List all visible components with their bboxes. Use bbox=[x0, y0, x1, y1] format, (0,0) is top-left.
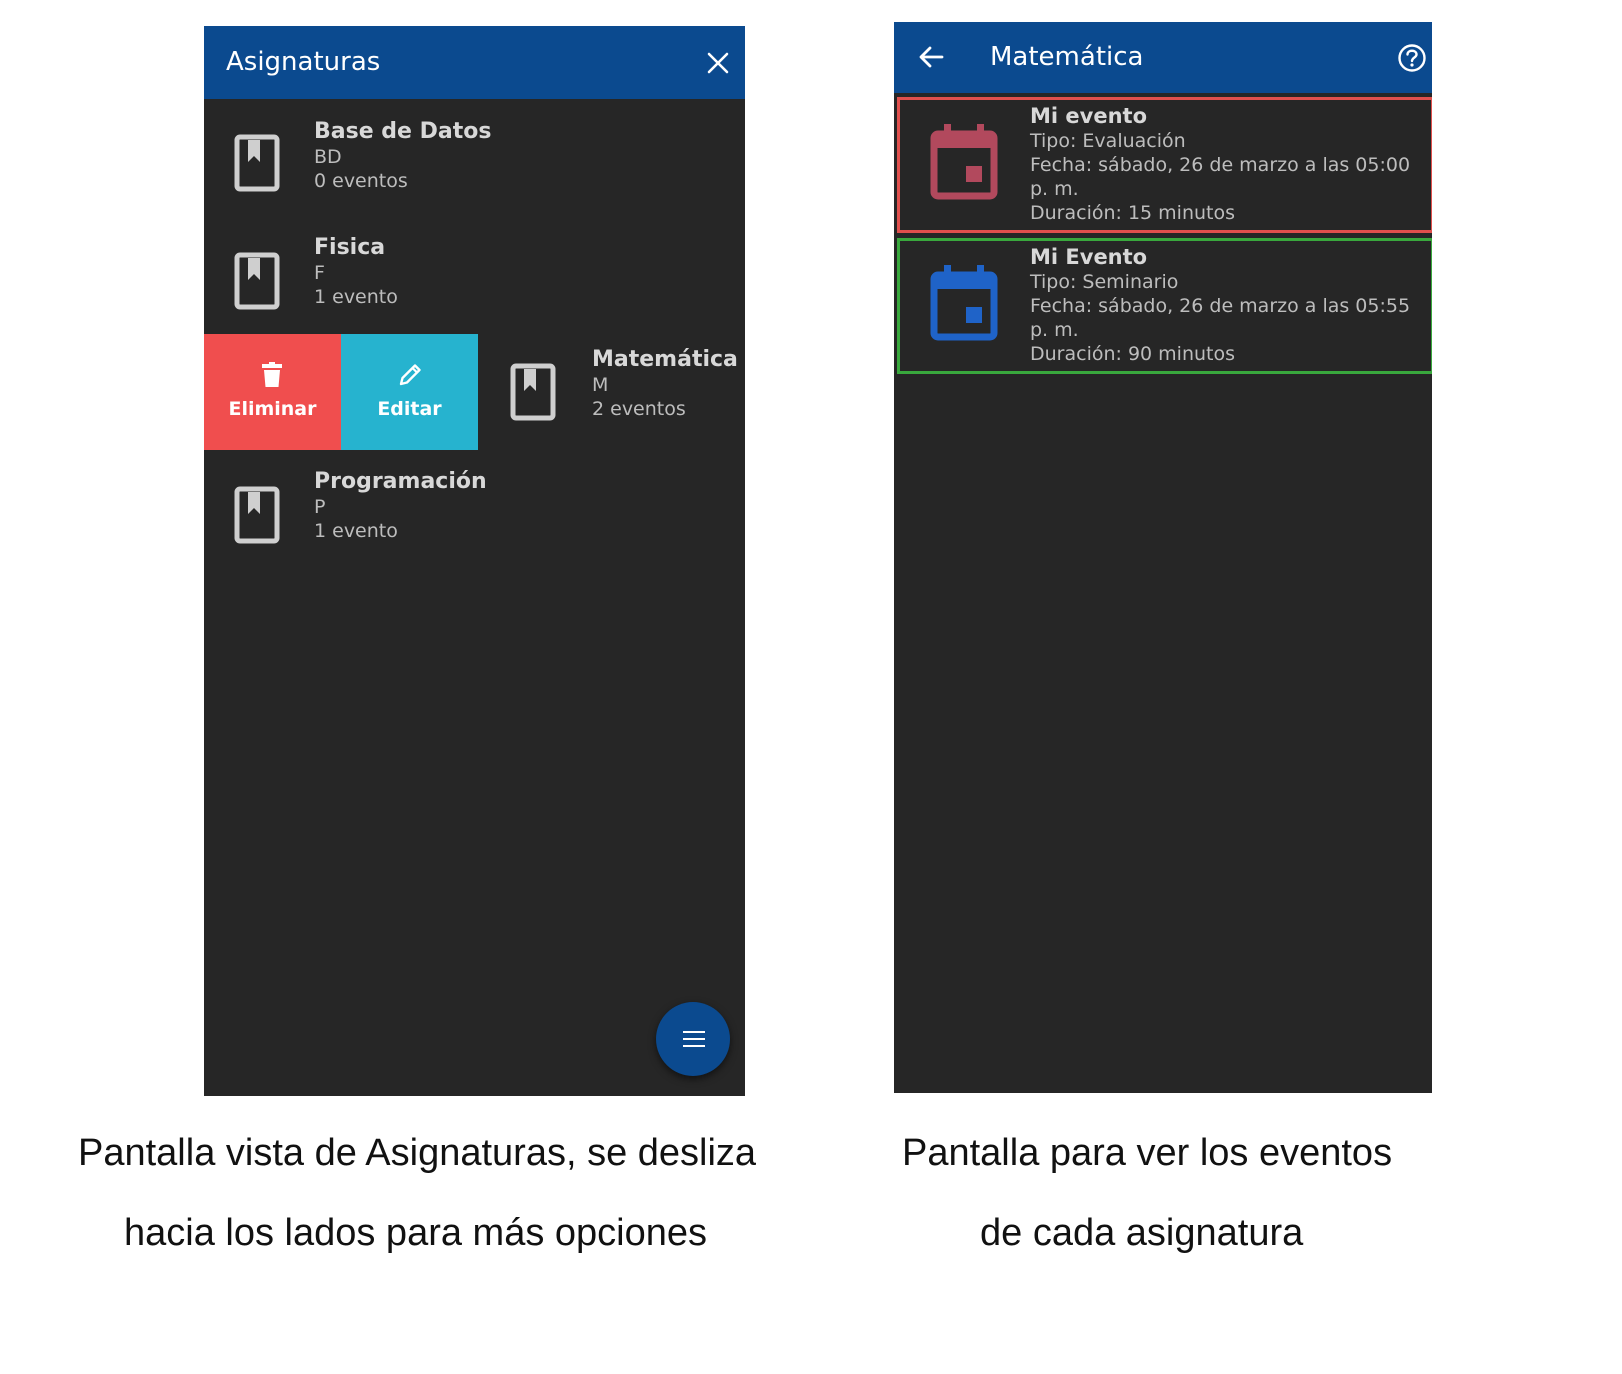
subject-event-count: 1 evento bbox=[314, 286, 398, 308]
event-title: Mi evento bbox=[1030, 104, 1147, 128]
caption-right-line2: de cada asignatura bbox=[980, 1212, 1304, 1254]
list-item[interactable]: Programación P 1 evento bbox=[204, 456, 745, 572]
subject-name: Matemática bbox=[592, 347, 738, 372]
page-title: Asignaturas bbox=[226, 47, 381, 77]
event-type: Tipo: Seminario bbox=[1030, 271, 1179, 293]
app-bar: Matemática bbox=[894, 22, 1432, 93]
event-card[interactable]: Mi Evento Tipo: Seminario Fecha: sábado,… bbox=[897, 238, 1432, 374]
menu-fab[interactable] bbox=[656, 1002, 730, 1076]
close-icon[interactable] bbox=[707, 52, 729, 74]
book-icon bbox=[234, 252, 280, 310]
book-icon bbox=[510, 363, 556, 421]
list-item[interactable]: Base de Datos BD 0 eventos bbox=[204, 106, 745, 222]
event-type: Tipo: Evaluación bbox=[1030, 130, 1186, 152]
event-duration: Duración: 15 minutos bbox=[1030, 202, 1236, 224]
caption-left-line1: Pantalla vista de Asignaturas, se desliz… bbox=[78, 1132, 757, 1174]
caption-left-line2: hacia los lados para más opciones bbox=[124, 1212, 708, 1254]
subject-event-count: 1 evento bbox=[314, 520, 398, 542]
page-title: Matemática bbox=[990, 42, 1144, 72]
caption-right-line1: Pantalla para ver los eventos bbox=[902, 1132, 1393, 1174]
event-date: Fecha: sábado, 26 de marzo a las 05:55 bbox=[1030, 295, 1411, 317]
help-icon[interactable] bbox=[1397, 43, 1427, 73]
subject-name: Fisica bbox=[314, 235, 386, 260]
delete-label: Eliminar bbox=[228, 398, 317, 420]
subject-code: M bbox=[592, 374, 609, 396]
event-title: Mi Evento bbox=[1030, 245, 1148, 269]
trash-icon bbox=[262, 362, 282, 387]
event-duration: Duración: 90 minutos bbox=[1030, 343, 1236, 365]
arrow-back-icon[interactable] bbox=[918, 45, 944, 69]
subject-code: P bbox=[314, 496, 326, 518]
subjects-screen: Asignaturas Base de Datos BD 0 eventos F… bbox=[204, 26, 745, 1096]
event-date-suffix: p. m. bbox=[1030, 178, 1079, 200]
delete-button[interactable]: Eliminar bbox=[204, 334, 341, 450]
event-card[interactable]: Mi evento Tipo: Evaluación Fecha: sábado… bbox=[897, 97, 1432, 233]
edit-button[interactable]: Editar bbox=[341, 334, 478, 450]
subject-code: BD bbox=[314, 146, 342, 168]
subject-event-count: 0 eventos bbox=[314, 170, 408, 192]
subject-code: F bbox=[314, 262, 325, 284]
subject-event-count: 2 eventos bbox=[592, 398, 686, 420]
event-date-suffix: p. m. bbox=[1030, 319, 1079, 341]
menu-icon bbox=[683, 1031, 705, 1047]
subject-name: Programación bbox=[314, 469, 487, 494]
pencil-icon bbox=[399, 364, 421, 386]
subject-name: Base de Datos bbox=[314, 119, 492, 144]
list-item-swiped[interactable]: Matemática M 2 eventos bbox=[478, 334, 745, 450]
book-icon bbox=[234, 134, 280, 192]
events-screen: Matemática Mi evento Tipo: Evaluación Fe… bbox=[894, 22, 1432, 1093]
book-icon bbox=[234, 486, 280, 544]
event-date: Fecha: sábado, 26 de marzo a las 05:00 bbox=[1030, 154, 1411, 176]
calendar-icon bbox=[930, 265, 998, 341]
edit-label: Editar bbox=[377, 398, 442, 420]
list-item[interactable]: Fisica F 1 evento bbox=[204, 222, 745, 338]
app-bar: Asignaturas bbox=[204, 26, 745, 99]
calendar-icon bbox=[930, 124, 998, 200]
